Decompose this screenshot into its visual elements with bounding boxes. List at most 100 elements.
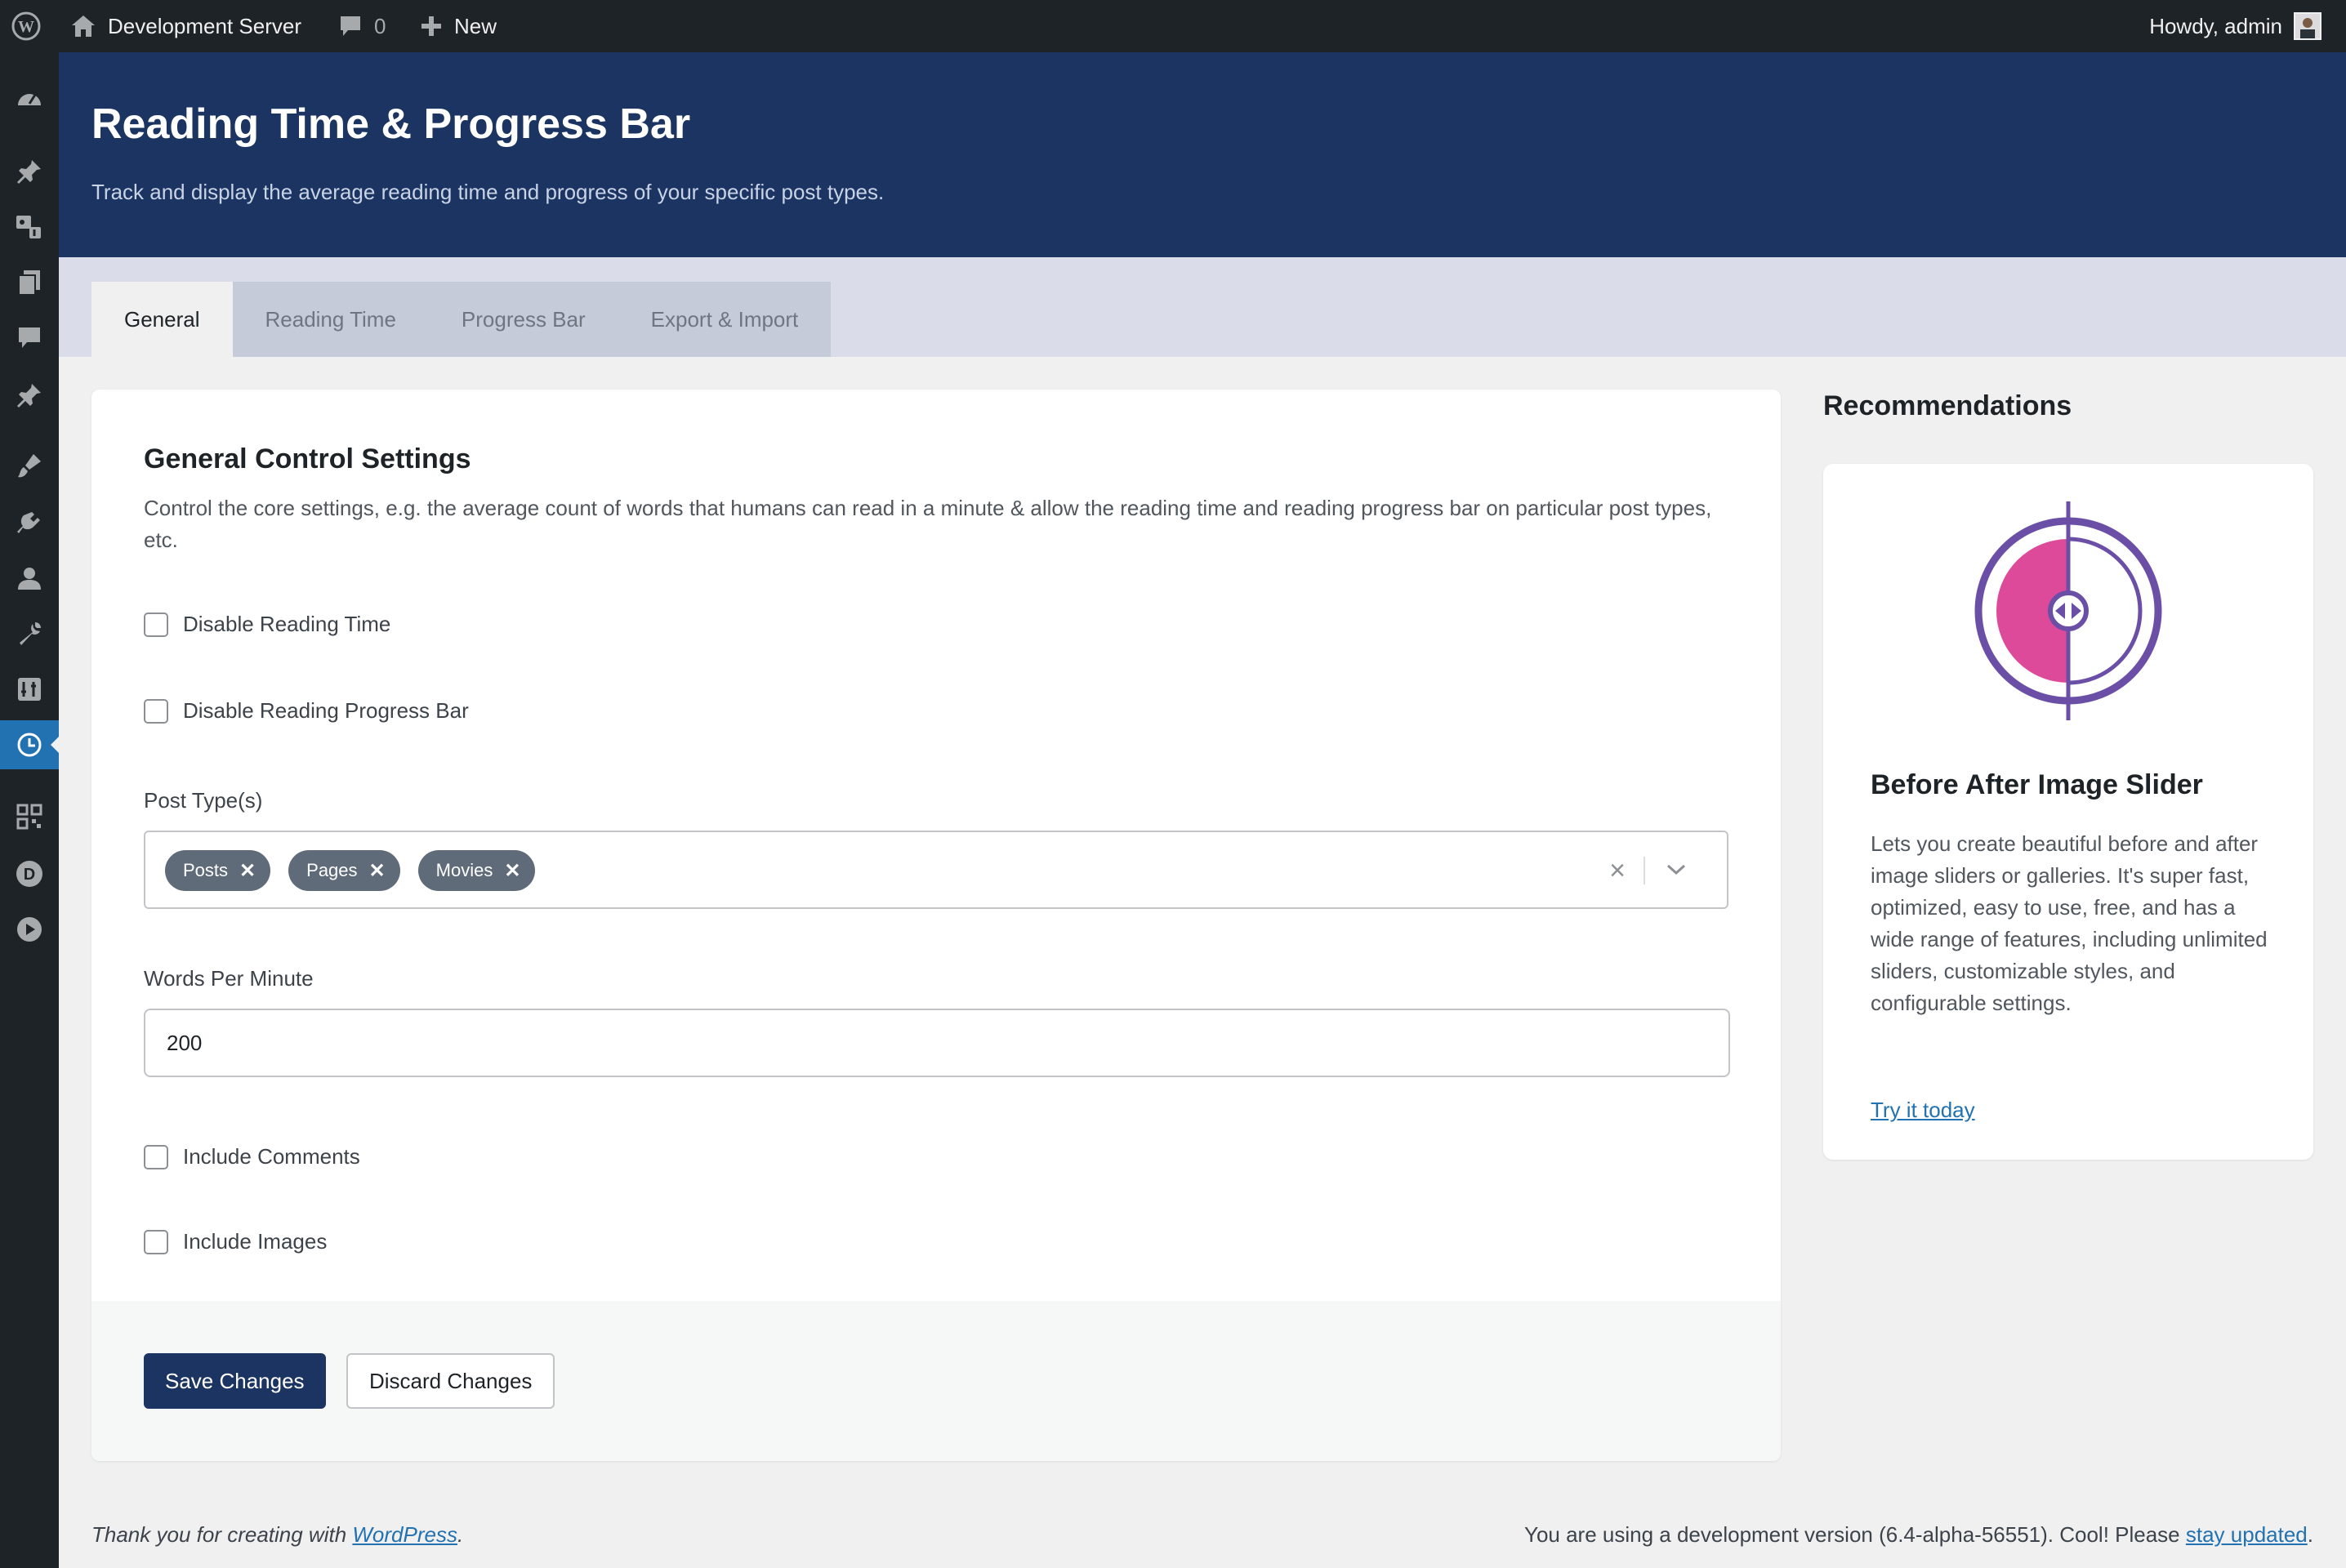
- tools-icon: [20, 622, 41, 645]
- comment-count: 0: [374, 13, 386, 38]
- save-button[interactable]: Save Changes: [144, 1353, 326, 1409]
- plugins-icon: [17, 512, 40, 533]
- chevron-down-icon[interactable]: [1660, 853, 1693, 886]
- sidebar-item-comments[interactable]: [0, 314, 59, 363]
- remove-chip-icon[interactable]: ✕: [239, 859, 256, 883]
- chip-label: Movies: [435, 860, 493, 880]
- clock-icon: [17, 733, 42, 757]
- qr-icon: [16, 804, 42, 830]
- appearance-icon: [18, 454, 41, 478]
- selected-chips: Posts ✕ Pages ✕ Movies ✕: [165, 850, 536, 891]
- sidebar-item-d-plugin[interactable]: D: [0, 849, 59, 898]
- play-icon: [17, 917, 42, 942]
- chip-movies: Movies ✕: [417, 850, 536, 891]
- chip-label: Posts: [183, 860, 229, 880]
- checkbox-label: Include Comments: [183, 1144, 360, 1169]
- plugin-description: Lets you create beautiful before and aft…: [1871, 831, 2268, 1015]
- active-menu-arrow: [51, 737, 59, 753]
- new-label: New: [454, 13, 497, 38]
- remove-chip-icon[interactable]: ✕: [369, 859, 386, 883]
- checkbox-label: Disable Reading Time: [183, 612, 391, 636]
- settings-description: Control the core settings, e.g. the aver…: [144, 496, 1712, 552]
- disable-reading-time-checkbox[interactable]: Disable Reading Time: [144, 612, 390, 637]
- sidebar-item-users[interactable]: [0, 554, 59, 603]
- svg-text:D: D: [24, 866, 35, 884]
- checkbox-box[interactable]: [144, 698, 168, 724]
- sidebar-item-posts[interactable]: [0, 147, 59, 196]
- page-subtitle: Track and display the average reading ti…: [91, 180, 885, 204]
- tab-reading-time[interactable]: Reading Time: [233, 282, 429, 357]
- plus-icon: [421, 16, 441, 36]
- words-per-minute-label: Words Per Minute: [144, 966, 314, 991]
- footer-thanks-text: Thank you for creating with: [91, 1522, 353, 1547]
- pin-icon: [17, 160, 41, 184]
- checkbox-label: Disable Reading Progress Bar: [183, 698, 469, 723]
- page-header: Reading Time & Progress Bar Track and di…: [59, 52, 2346, 257]
- comments-link[interactable]: 0: [338, 0, 386, 52]
- checkbox-box[interactable]: [144, 1144, 168, 1169]
- users-icon: [18, 568, 41, 590]
- sidebar-item-settings[interactable]: [0, 665, 59, 714]
- version-text: You are using a development version (6.4…: [1523, 1522, 2186, 1547]
- tab-general[interactable]: General: [91, 282, 233, 357]
- pin-icon: [17, 384, 41, 408]
- sidebar-item-pages[interactable]: [0, 258, 59, 307]
- checkbox-box[interactable]: [144, 612, 168, 637]
- include-comments-checkbox[interactable]: Include Comments: [144, 1144, 360, 1169]
- sidebar-item-qr[interactable]: [0, 792, 59, 841]
- chip-label: Pages: [306, 860, 358, 880]
- footer-thanks: Thank you for creating with WordPress.: [91, 1522, 463, 1548]
- sidebar-item-appearance[interactable]: [0, 441, 59, 490]
- pages-icon: [18, 270, 40, 296]
- words-per-minute-input[interactable]: [144, 1009, 1730, 1077]
- sidebar-item-video[interactable]: [0, 905, 59, 954]
- settings-tabs: General Reading Time Progress Bar Export…: [91, 282, 832, 357]
- discard-button[interactable]: Discard Changes: [346, 1353, 555, 1409]
- stay-updated-link[interactable]: stay updated: [2186, 1522, 2308, 1547]
- tab-progress-bar[interactable]: Progress Bar: [429, 282, 618, 357]
- dashboard-icon: [18, 94, 41, 105]
- recommendation-card: Before After Image Slider Lets you creat…: [1823, 464, 2313, 1160]
- admin-sidebar: D: [0, 52, 59, 1568]
- tab-band: General Reading Time Progress Bar Export…: [59, 257, 2346, 357]
- wordpress-link[interactable]: WordPress: [352, 1522, 457, 1547]
- settings-card: General Control Settings Control the cor…: [91, 390, 1781, 1461]
- media-icon: [16, 216, 41, 238]
- plugin-name: Before After Image Slider: [1871, 769, 2203, 800]
- remove-chip-icon[interactable]: ✕: [504, 859, 520, 883]
- site-name-link[interactable]: Development Server: [70, 0, 301, 52]
- checkbox-box[interactable]: [144, 1229, 168, 1254]
- sidebar-item-reading-time[interactable]: [0, 720, 59, 769]
- howdy-text: Howdy, admin: [2149, 13, 2282, 38]
- checkbox-label: Include Images: [183, 1229, 328, 1254]
- home-icon: [72, 16, 95, 37]
- card-footer: Save Changes Discard Changes: [91, 1301, 1781, 1461]
- site-name: Development Server: [108, 13, 301, 38]
- settings-icon: [18, 678, 41, 701]
- new-content-link[interactable]: New: [420, 0, 497, 52]
- disable-progress-bar-checkbox[interactable]: Disable Reading Progress Bar: [144, 698, 469, 724]
- footer-period: .: [457, 1522, 464, 1547]
- sidebar-item-tools[interactable]: [0, 609, 59, 658]
- footer-period: .: [2307, 1522, 2313, 1547]
- account-menu[interactable]: Howdy, admin: [2149, 0, 2321, 52]
- chip-posts: Posts ✕: [165, 850, 271, 891]
- footer-version: You are using a development version (6.4…: [1524, 1522, 2313, 1548]
- comments-icon: [19, 327, 40, 348]
- avatar: [2294, 12, 2321, 40]
- sidebar-item-custom-posts[interactable]: [0, 371, 59, 420]
- tab-export-import[interactable]: Export & Import: [618, 282, 832, 357]
- post-types-select[interactable]: Posts ✕ Pages ✕ Movies ✕ ×: [144, 831, 1728, 909]
- select-separator: [1644, 857, 1645, 884]
- sidebar-item-plugins[interactable]: [0, 498, 59, 547]
- admin-bar: W Development Server 0 New Howdy, admin: [0, 0, 2346, 52]
- clear-all-icon[interactable]: ×: [1609, 850, 1626, 891]
- include-images-checkbox[interactable]: Include Images: [144, 1229, 327, 1254]
- comment-bubble-icon: [341, 16, 360, 36]
- sidebar-item-media[interactable]: [0, 203, 59, 252]
- before-after-slider-logo-icon: [1974, 501, 2162, 720]
- sidebar-item-dashboard[interactable]: [0, 75, 59, 124]
- try-it-link[interactable]: Try it today: [1871, 1098, 1975, 1123]
- wordpress-logo-icon[interactable]: W: [11, 11, 41, 41]
- post-types-label: Post Type(s): [144, 788, 263, 813]
